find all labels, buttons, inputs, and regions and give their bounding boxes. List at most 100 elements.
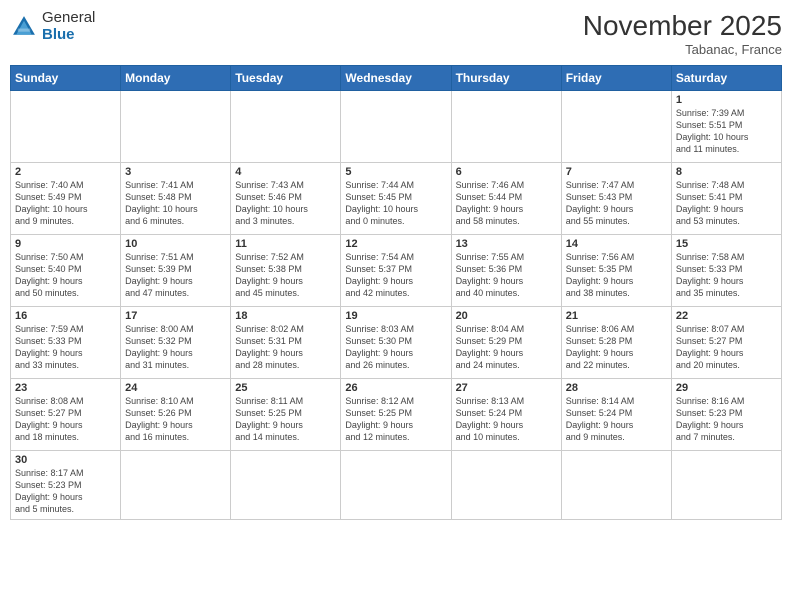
day-number-1-3: 5 — [345, 166, 446, 178]
day-number-1-5: 7 — [566, 166, 667, 178]
day-info-1-1: Sunrise: 7:41 AM Sunset: 5:48 PM Dayligh… — [125, 179, 226, 228]
cell-4-6: 29Sunrise: 8:16 AM Sunset: 5:23 PM Dayli… — [671, 379, 781, 451]
day-info-3-1: Sunrise: 8:00 AM Sunset: 5:32 PM Dayligh… — [125, 323, 226, 372]
cell-3-4: 20Sunrise: 8:04 AM Sunset: 5:29 PM Dayli… — [451, 307, 561, 379]
cell-4-4: 27Sunrise: 8:13 AM Sunset: 5:24 PM Dayli… — [451, 379, 561, 451]
cell-0-6: 1Sunrise: 7:39 AM Sunset: 5:51 PM Daylig… — [671, 91, 781, 163]
day-info-3-0: Sunrise: 7:59 AM Sunset: 5:33 PM Dayligh… — [15, 323, 116, 372]
cell-2-1: 10Sunrise: 7:51 AM Sunset: 5:39 PM Dayli… — [121, 235, 231, 307]
cell-4-2: 25Sunrise: 8:11 AM Sunset: 5:25 PM Dayli… — [231, 379, 341, 451]
day-number-4-0: 23 — [15, 382, 116, 394]
cell-5-1 — [121, 451, 231, 520]
col-wednesday: Wednesday — [341, 66, 451, 91]
day-info-1-2: Sunrise: 7:43 AM Sunset: 5:46 PM Dayligh… — [235, 179, 336, 228]
day-number-2-4: 13 — [456, 238, 557, 250]
day-info-2-5: Sunrise: 7:56 AM Sunset: 5:35 PM Dayligh… — [566, 251, 667, 300]
cell-4-1: 24Sunrise: 8:10 AM Sunset: 5:26 PM Dayli… — [121, 379, 231, 451]
cell-3-6: 22Sunrise: 8:07 AM Sunset: 5:27 PM Dayli… — [671, 307, 781, 379]
day-number-3-1: 17 — [125, 310, 226, 322]
location: Tabanac, France — [583, 42, 782, 57]
day-info-4-0: Sunrise: 8:08 AM Sunset: 5:27 PM Dayligh… — [15, 395, 116, 444]
day-number-5-0: 30 — [15, 454, 116, 466]
cell-0-3 — [341, 91, 451, 163]
cell-0-0 — [11, 91, 121, 163]
day-number-3-4: 20 — [456, 310, 557, 322]
day-info-3-3: Sunrise: 8:03 AM Sunset: 5:30 PM Dayligh… — [345, 323, 446, 372]
cell-1-2: 4Sunrise: 7:43 AM Sunset: 5:46 PM Daylig… — [231, 163, 341, 235]
day-info-1-4: Sunrise: 7:46 AM Sunset: 5:44 PM Dayligh… — [456, 179, 557, 228]
day-info-4-6: Sunrise: 8:16 AM Sunset: 5:23 PM Dayligh… — [676, 395, 777, 444]
cell-3-2: 18Sunrise: 8:02 AM Sunset: 5:31 PM Dayli… — [231, 307, 341, 379]
day-number-4-1: 24 — [125, 382, 226, 394]
col-tuesday: Tuesday — [231, 66, 341, 91]
cell-4-3: 26Sunrise: 8:12 AM Sunset: 5:25 PM Dayli… — [341, 379, 451, 451]
day-number-1-6: 8 — [676, 166, 777, 178]
cell-2-0: 9Sunrise: 7:50 AM Sunset: 5:40 PM Daylig… — [11, 235, 121, 307]
cell-1-5: 7Sunrise: 7:47 AM Sunset: 5:43 PM Daylig… — [561, 163, 671, 235]
cell-3-0: 16Sunrise: 7:59 AM Sunset: 5:33 PM Dayli… — [11, 307, 121, 379]
day-info-3-4: Sunrise: 8:04 AM Sunset: 5:29 PM Dayligh… — [456, 323, 557, 372]
day-number-3-6: 22 — [676, 310, 777, 322]
day-number-2-3: 12 — [345, 238, 446, 250]
logo-text: General Blue — [42, 10, 95, 43]
calendar: Sunday Monday Tuesday Wednesday Thursday… — [10, 65, 782, 520]
day-number-2-2: 11 — [235, 238, 336, 250]
day-info-2-6: Sunrise: 7:58 AM Sunset: 5:33 PM Dayligh… — [676, 251, 777, 300]
cell-3-1: 17Sunrise: 8:00 AM Sunset: 5:32 PM Dayli… — [121, 307, 231, 379]
logo-icon — [10, 13, 38, 41]
day-number-3-5: 21 — [566, 310, 667, 322]
day-info-1-5: Sunrise: 7:47 AM Sunset: 5:43 PM Dayligh… — [566, 179, 667, 228]
day-info-3-5: Sunrise: 8:06 AM Sunset: 5:28 PM Dayligh… — [566, 323, 667, 372]
day-number-1-2: 4 — [235, 166, 336, 178]
week-row-1: 2Sunrise: 7:40 AM Sunset: 5:49 PM Daylig… — [11, 163, 782, 235]
cell-2-2: 11Sunrise: 7:52 AM Sunset: 5:38 PM Dayli… — [231, 235, 341, 307]
cell-0-4 — [451, 91, 561, 163]
week-row-5: 30Sunrise: 8:17 AM Sunset: 5:23 PM Dayli… — [11, 451, 782, 520]
cell-0-2 — [231, 91, 341, 163]
day-info-4-4: Sunrise: 8:13 AM Sunset: 5:24 PM Dayligh… — [456, 395, 557, 444]
cell-3-5: 21Sunrise: 8:06 AM Sunset: 5:28 PM Dayli… — [561, 307, 671, 379]
month-title: November 2025 — [583, 10, 782, 42]
week-row-4: 23Sunrise: 8:08 AM Sunset: 5:27 PM Dayli… — [11, 379, 782, 451]
cell-1-6: 8Sunrise: 7:48 AM Sunset: 5:41 PM Daylig… — [671, 163, 781, 235]
day-info-2-2: Sunrise: 7:52 AM Sunset: 5:38 PM Dayligh… — [235, 251, 336, 300]
cell-1-3: 5Sunrise: 7:44 AM Sunset: 5:45 PM Daylig… — [341, 163, 451, 235]
cell-5-4 — [451, 451, 561, 520]
logo-general: General — [42, 9, 95, 26]
header: General Blue November 2025 Tabanac, Fran… — [10, 10, 782, 57]
day-info-2-3: Sunrise: 7:54 AM Sunset: 5:37 PM Dayligh… — [345, 251, 446, 300]
calendar-header-row: Sunday Monday Tuesday Wednesday Thursday… — [11, 66, 782, 91]
day-number-4-6: 29 — [676, 382, 777, 394]
day-info-1-6: Sunrise: 7:48 AM Sunset: 5:41 PM Dayligh… — [676, 179, 777, 228]
day-info-0-6: Sunrise: 7:39 AM Sunset: 5:51 PM Dayligh… — [676, 107, 777, 156]
day-number-1-0: 2 — [15, 166, 116, 178]
cell-5-2 — [231, 451, 341, 520]
col-thursday: Thursday — [451, 66, 561, 91]
day-info-4-1: Sunrise: 8:10 AM Sunset: 5:26 PM Dayligh… — [125, 395, 226, 444]
day-number-4-2: 25 — [235, 382, 336, 394]
day-info-4-2: Sunrise: 8:11 AM Sunset: 5:25 PM Dayligh… — [235, 395, 336, 444]
cell-3-3: 19Sunrise: 8:03 AM Sunset: 5:30 PM Dayli… — [341, 307, 451, 379]
day-number-4-5: 28 — [566, 382, 667, 394]
logo: General Blue — [10, 10, 95, 43]
cell-2-4: 13Sunrise: 7:55 AM Sunset: 5:36 PM Dayli… — [451, 235, 561, 307]
cell-1-0: 2Sunrise: 7:40 AM Sunset: 5:49 PM Daylig… — [11, 163, 121, 235]
week-row-3: 16Sunrise: 7:59 AM Sunset: 5:33 PM Dayli… — [11, 307, 782, 379]
cell-0-1 — [121, 91, 231, 163]
day-number-3-0: 16 — [15, 310, 116, 322]
day-number-2-5: 14 — [566, 238, 667, 250]
day-number-1-1: 3 — [125, 166, 226, 178]
day-info-2-0: Sunrise: 7:50 AM Sunset: 5:40 PM Dayligh… — [15, 251, 116, 300]
cell-0-5 — [561, 91, 671, 163]
day-info-4-5: Sunrise: 8:14 AM Sunset: 5:24 PM Dayligh… — [566, 395, 667, 444]
day-number-0-6: 1 — [676, 94, 777, 106]
day-info-4-3: Sunrise: 8:12 AM Sunset: 5:25 PM Dayligh… — [345, 395, 446, 444]
cell-2-5: 14Sunrise: 7:56 AM Sunset: 5:35 PM Dayli… — [561, 235, 671, 307]
day-number-3-2: 18 — [235, 310, 336, 322]
col-monday: Monday — [121, 66, 231, 91]
day-number-1-4: 6 — [456, 166, 557, 178]
week-row-2: 9Sunrise: 7:50 AM Sunset: 5:40 PM Daylig… — [11, 235, 782, 307]
cell-5-3 — [341, 451, 451, 520]
day-number-2-1: 10 — [125, 238, 226, 250]
col-saturday: Saturday — [671, 66, 781, 91]
